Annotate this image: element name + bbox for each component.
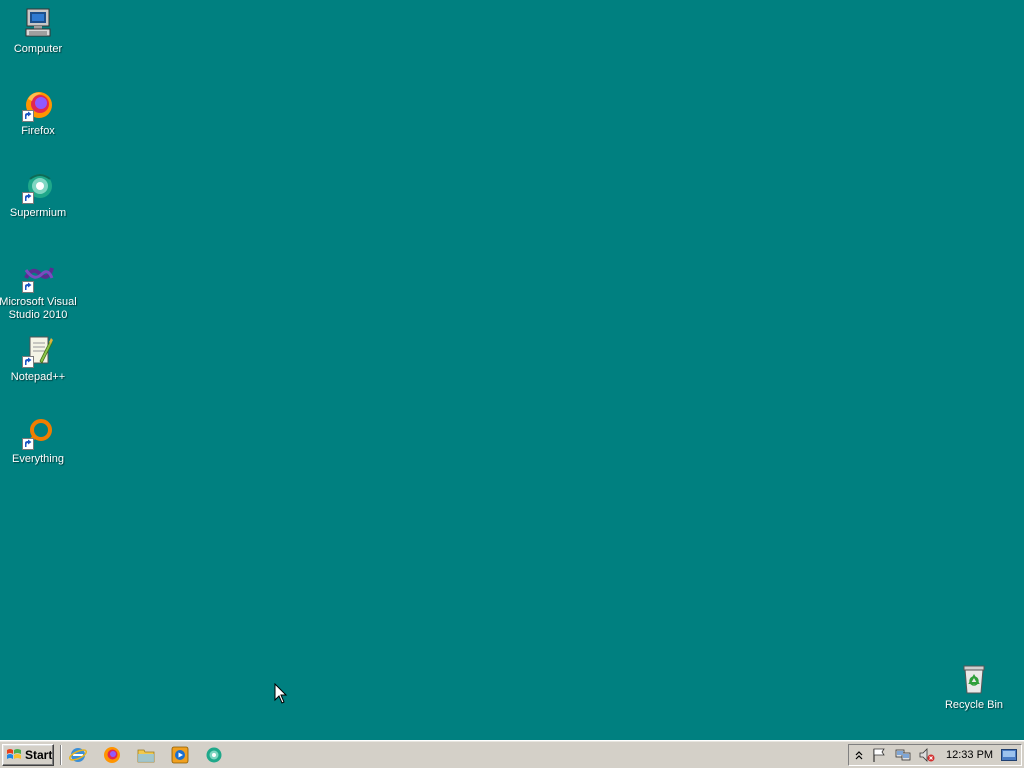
action-center-flag-icon[interactable] <box>870 746 888 764</box>
supermium-icon <box>21 170 55 204</box>
quick-launch <box>68 745 224 765</box>
visual-studio-icon <box>21 259 55 293</box>
desktop-icon-notepadpp[interactable]: Notepad++ <box>0 334 76 384</box>
everything-icon <box>21 416 55 450</box>
shortcut-arrow-icon <box>22 110 34 122</box>
desktop-icon-label: Recycle Bin <box>944 699 1004 711</box>
desktop-icon-visual-studio[interactable]: Microsoft Visual Studio 2010 <box>0 259 77 322</box>
quick-launch-firefox[interactable] <box>102 745 122 765</box>
network-icon[interactable] <box>894 746 912 764</box>
volume-muted-icon[interactable] <box>918 746 936 764</box>
shortcut-arrow-icon <box>22 438 34 450</box>
show-desktop-icon[interactable] <box>1001 748 1018 762</box>
desktop-icon-label: Everything <box>12 453 64 465</box>
desktop-icon-label: Microsoft Visual Studio 2010 <box>0 296 77 321</box>
quick-launch-separator <box>60 745 62 765</box>
quick-launch-media-player[interactable] <box>170 745 190 765</box>
file-explorer-icon <box>137 749 155 763</box>
media-player-icon <box>171 746 189 764</box>
notepadpp-icon <box>21 334 55 368</box>
shortcut-arrow-icon <box>22 281 34 293</box>
desktop-icon-everything[interactable]: Everything <box>0 416 76 466</box>
desktop-icon-firefox[interactable]: Firefox <box>0 88 76 138</box>
desktop-icon-supermium[interactable]: Supermium <box>0 170 76 220</box>
shortcut-arrow-icon <box>22 356 34 368</box>
start-label: Start <box>25 748 53 762</box>
desktop-icon-label: Firefox <box>21 125 55 137</box>
clock[interactable]: 12:33 PM <box>946 749 993 761</box>
shortcut-arrow-icon <box>22 192 34 204</box>
quick-launch-file-explorer[interactable] <box>136 745 156 765</box>
windows-logo-icon <box>7 749 21 759</box>
system-tray: 12:33 PM <box>848 744 1022 766</box>
desktop-icon-label: Notepad++ <box>10 371 66 383</box>
mouse-cursor-icon <box>274 682 288 705</box>
firefox-icon <box>21 88 55 122</box>
computer-icon <box>21 6 55 40</box>
taskbar: Start 12:33 PM <box>0 740 1024 768</box>
firefox-icon <box>104 747 120 763</box>
desktop-icon-label: Supermium <box>9 207 67 219</box>
internet-explorer-icon <box>69 748 87 762</box>
quick-launch-supermium[interactable] <box>204 745 224 765</box>
recycle-bin-icon <box>957 662 991 696</box>
show-hidden-icon[interactable] <box>852 746 866 764</box>
desktop-icon-computer[interactable]: Computer <box>0 6 76 56</box>
desktop-icon-recycle-bin[interactable]: Recycle Bin <box>936 662 1012 712</box>
desktop-icon-label: Computer <box>13 43 63 55</box>
desktop: Computer Firefox Supermium Microsoft Vis… <box>0 0 1024 740</box>
supermium-icon <box>206 747 222 763</box>
quick-launch-internet-explorer[interactable] <box>68 745 88 765</box>
start-button[interactable]: Start <box>2 744 54 766</box>
